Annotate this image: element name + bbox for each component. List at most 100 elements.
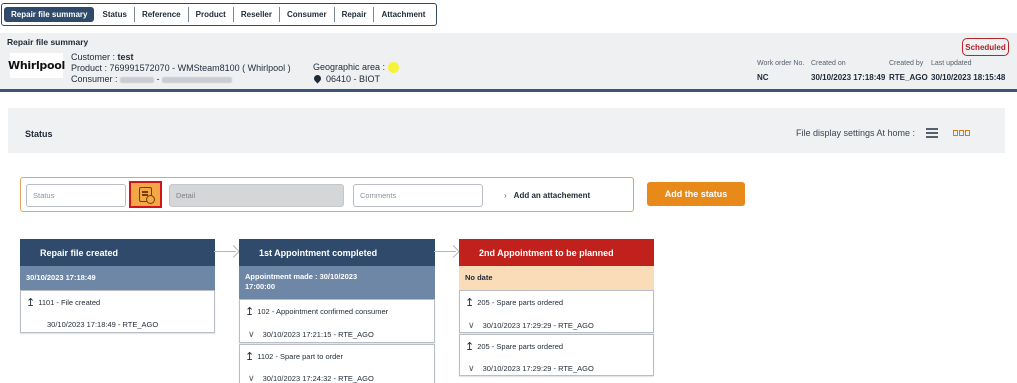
consumer-redacted-name bbox=[120, 76, 155, 83]
arrow-up-icon: ↥ bbox=[245, 351, 255, 363]
step-arrow-icon bbox=[434, 245, 461, 259]
status-code: 205 - Spare parts ordered bbox=[477, 298, 564, 307]
status-badge: Scheduled bbox=[962, 38, 1009, 56]
chevron-down-icon[interactable]: ∨ bbox=[248, 329, 255, 340]
status-section-title: Status bbox=[25, 129, 53, 139]
status-stamp-line: ∨ 30/10/2023 17:29:29 - RTE_AGO bbox=[465, 320, 594, 331]
geo-zone-dot bbox=[388, 62, 400, 74]
product-label: Product : bbox=[71, 63, 110, 73]
step-2nd-appointment: 2nd Appointment to be planned No date bbox=[459, 239, 654, 290]
geo-label: Geographic area : bbox=[313, 62, 386, 72]
customer-info: Customer : test Product : 769991572070 -… bbox=[71, 52, 291, 85]
tab-repair[interactable]: Repair bbox=[335, 7, 375, 22]
status-code-line: ↥ 205 - Spare parts ordered bbox=[465, 340, 563, 353]
add-status-button[interactable]: Add the status bbox=[647, 182, 745, 206]
product-line: Product : 769991572070 - WMSteam8100 ( W… bbox=[71, 63, 291, 74]
customer-label: Customer : bbox=[71, 52, 118, 62]
last-updated-value: 30/10/2023 18:15:48 bbox=[931, 73, 1006, 82]
step-date: 30/10/2023 17:18:49 bbox=[20, 266, 215, 290]
detail-input: Detail bbox=[169, 184, 344, 207]
comments-input[interactable]: Comments bbox=[353, 184, 483, 207]
repair-file-header: Repair file summary Whirlpool Customer :… bbox=[0, 33, 1017, 92]
brand-logo-text: Whirlpool bbox=[8, 59, 65, 72]
status-stamp: 30/10/2023 17:18:49 - RTE_AGO bbox=[47, 320, 159, 329]
status-stamp-line: ∨ 30/10/2023 17:21:15 - RTE_AGO bbox=[245, 329, 374, 340]
brand-logo: Whirlpool bbox=[8, 53, 65, 78]
status-input[interactable]: Status bbox=[26, 184, 126, 207]
appointment-time: 17:00:00 bbox=[245, 282, 276, 291]
geographic-area: Geographic area : 06410 - BIOT bbox=[312, 61, 400, 85]
chevron-down-icon[interactable]: ∨ bbox=[468, 320, 475, 331]
top-tab-bar: Repair file summary Status Reference Pro… bbox=[1, 3, 437, 26]
status-stamp: 30/10/2023 17:21:15 - RTE_AGO bbox=[262, 330, 374, 339]
location-pin-icon bbox=[312, 73, 323, 84]
last-updated-label: Last updated bbox=[931, 60, 972, 67]
customer-value: test bbox=[117, 52, 134, 62]
status-code-line: ↥ 205 - Spare parts ordered bbox=[465, 296, 563, 309]
location-line: 06410 - BIOT bbox=[312, 73, 399, 85]
work-order-label: Work order No. bbox=[757, 60, 805, 67]
status-stamp-line: ∨ 30/10/2023 17:29:29 - RTE_AGO bbox=[465, 363, 594, 374]
step-appointment-info: Appointment made : 30/10/2023 17:00:00 bbox=[239, 266, 435, 299]
chevron-down-icon[interactable]: ∨ bbox=[248, 373, 255, 383]
status-code-line: ↥ 1102 - Spare part to order bbox=[245, 350, 343, 363]
tab-product[interactable]: Product bbox=[189, 7, 234, 22]
step-title: 1st Appointment completed bbox=[239, 239, 435, 266]
add-attachment-link[interactable]: › Add an attachement bbox=[504, 191, 590, 200]
status-card[interactable]: ↥ 1102 - Spare part to order ∨ 30/10/2023 … bbox=[239, 344, 435, 383]
appointment-made: Appointment made : 30/10/2023 bbox=[245, 272, 358, 281]
geo-line: Geographic area : bbox=[313, 61, 400, 74]
header-title: Repair file summary bbox=[7, 37, 89, 47]
tab-reference[interactable]: Reference bbox=[135, 7, 189, 22]
location-value: 06410 - BIOT bbox=[326, 74, 381, 85]
status-card[interactable]: ↥ 205 - Spare parts ordered ∨ 30/10/2023 1… bbox=[459, 334, 654, 376]
tab-attachment[interactable]: Attachment bbox=[374, 7, 432, 22]
grid-view-icon[interactable] bbox=[953, 130, 970, 136]
step-title: Repair file created bbox=[20, 239, 215, 266]
status-card[interactable]: ↥ 205 - Spare parts ordered ∨ 30/10/2023 1… bbox=[459, 290, 654, 333]
step-date: No date bbox=[459, 266, 654, 290]
list-view-icon[interactable] bbox=[926, 128, 938, 139]
consumer-label: Consumer : bbox=[71, 74, 121, 84]
chevron-down-icon[interactable]: ∨ bbox=[468, 363, 475, 374]
step-title: 2nd Appointment to be planned bbox=[459, 239, 654, 266]
created-on-label: Created on bbox=[811, 60, 846, 67]
product-value: 769991572070 - WMSteam8100 ( Whirlpool ) bbox=[109, 63, 291, 73]
status-section-header: Status File display settings At home : bbox=[8, 108, 1005, 153]
arrow-up-icon: ↥ bbox=[26, 297, 36, 309]
consumer-redacted-phone bbox=[162, 76, 233, 83]
created-on-value: 30/10/2023 17:18:49 bbox=[811, 73, 886, 82]
status-stamp: 30/10/2023 17:24:32 - RTE_AGO bbox=[262, 374, 374, 383]
status-code-line: ↥ 102 - Appointment confirmed consumer bbox=[245, 305, 388, 318]
arrow-up-icon: ↥ bbox=[245, 306, 255, 318]
status-code-line: ↥ 1101 - File created bbox=[26, 296, 100, 309]
tab-repair-file-summary[interactable]: Repair file summary bbox=[4, 7, 95, 22]
status-card[interactable]: ↥ 102 - Appointment confirmed consumer ∨ 3… bbox=[239, 299, 435, 343]
status-card[interactable]: ↥ 1101 - File created 30/10/2023 17:18:49… bbox=[20, 290, 215, 333]
chevron-right-icon: › bbox=[504, 191, 507, 200]
created-by-value: RTE_AGO bbox=[889, 73, 928, 82]
status-stamp-line: ∨ 30/10/2023 17:24:32 - RTE_AGO bbox=[245, 373, 374, 383]
status-stamp: 30/10/2023 17:29:29 - RTE_AGO bbox=[482, 321, 594, 330]
status-code: 102 - Appointment confirmed consumer bbox=[257, 307, 389, 316]
status-code: 205 - Spare parts ordered bbox=[477, 342, 564, 351]
step-1st-appointment: 1st Appointment completed Appointment ma… bbox=[239, 239, 435, 299]
add-status-form: Status Detail Comments › Add an attacheme… bbox=[20, 177, 634, 212]
consumer-line: Consumer : - bbox=[71, 74, 291, 85]
status-stamp: 30/10/2023 17:29:29 - RTE_AGO bbox=[482, 364, 594, 373]
status-code: 1101 - File created bbox=[38, 298, 101, 307]
step-repair-file-created: Repair file created 30/10/2023 17:18:49 bbox=[20, 239, 215, 290]
status-list-icon bbox=[139, 187, 155, 204]
add-attachment-label: Add an attachement bbox=[513, 191, 591, 200]
tab-consumer[interactable]: Consumer bbox=[280, 7, 335, 22]
tab-status[interactable]: Status bbox=[95, 7, 135, 22]
work-order-value: NC bbox=[757, 73, 769, 82]
created-by-label: Created by bbox=[889, 60, 924, 67]
arrow-up-icon: ↥ bbox=[465, 297, 475, 309]
customer-line: Customer : test bbox=[71, 52, 291, 63]
status-code: 1102 - Spare part to order bbox=[257, 352, 343, 361]
step-arrow-icon bbox=[214, 245, 241, 259]
status-picker-button[interactable] bbox=[129, 181, 162, 208]
tab-reseller[interactable]: Reseller bbox=[234, 7, 280, 22]
display-settings-label: File display settings At home : bbox=[796, 128, 916, 138]
